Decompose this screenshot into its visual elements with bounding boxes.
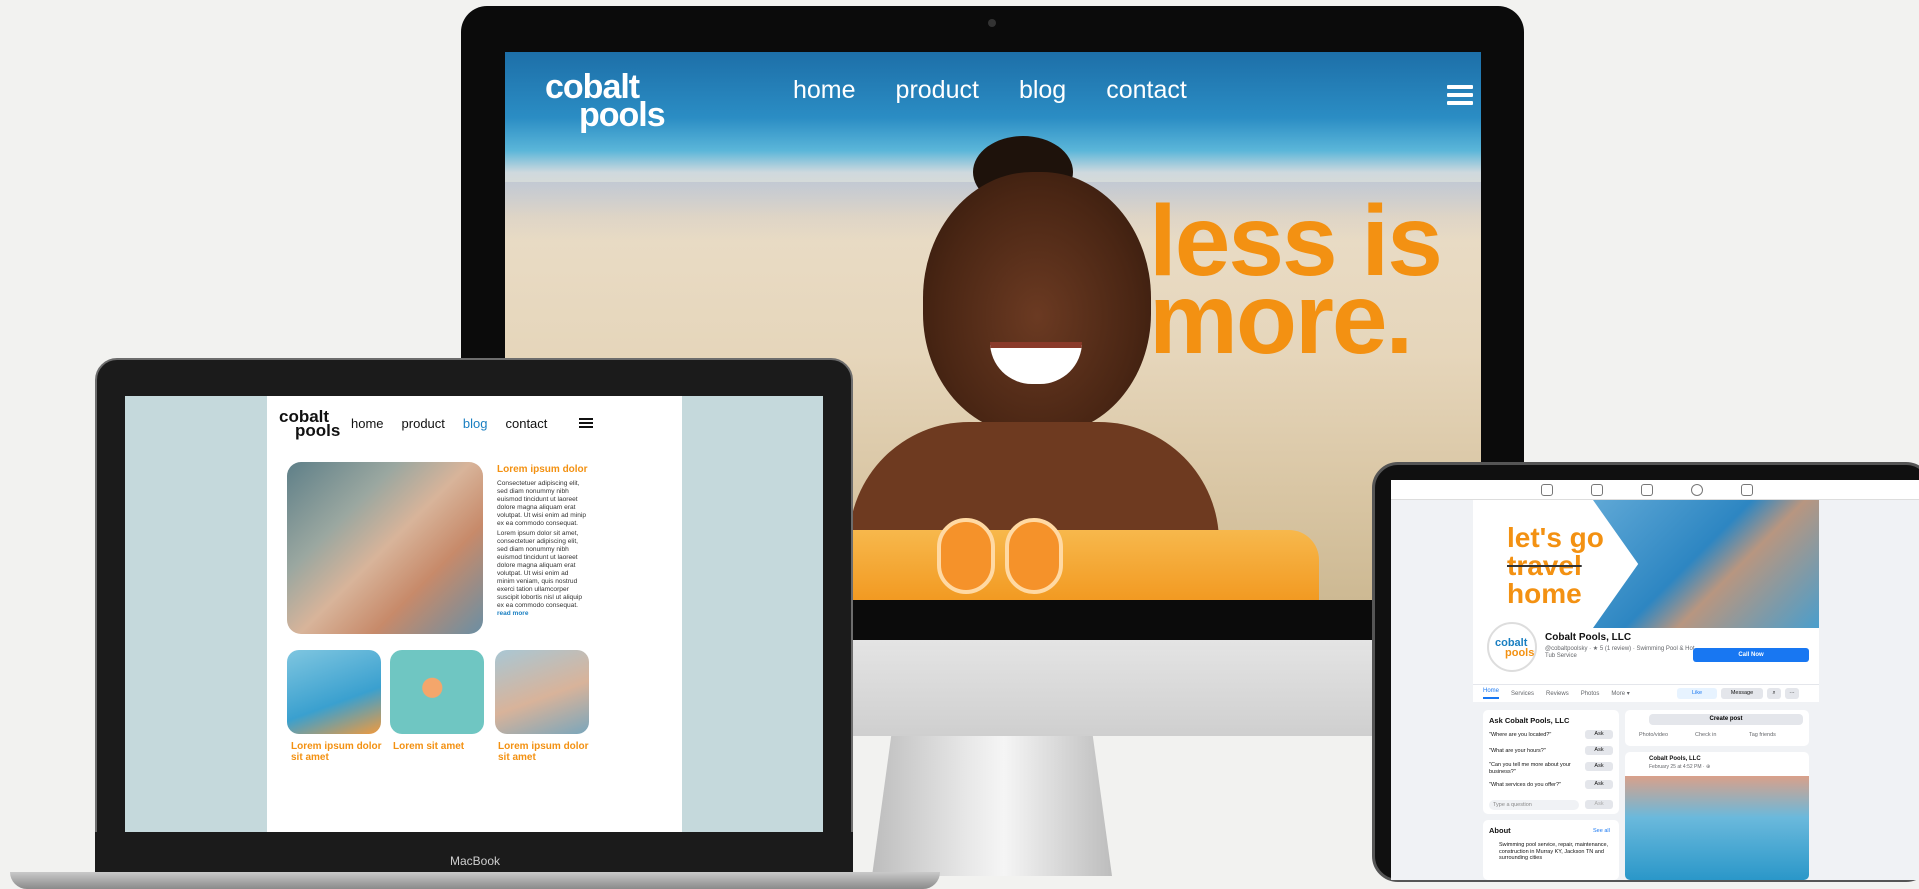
about-text: Swimming pool service, repair, maintenan… — [1499, 842, 1609, 861]
camera-icon — [988, 19, 996, 27]
nav-home[interactable]: home — [793, 76, 856, 105]
friends-icon[interactable] — [1591, 484, 1603, 496]
site-logo[interactable]: cobalt pools — [545, 70, 666, 134]
page-avatar[interactable]: cobalt pools — [1487, 622, 1537, 672]
thumb-mother-baby[interactable] — [495, 650, 589, 734]
ask-button-4[interactable]: Ask — [1585, 780, 1613, 789]
feed-post: Cobalt Pools, LLC February 25 at 4:52 PM… — [1625, 752, 1809, 880]
ask-card: Ask Cobalt Pools, LLC "Where are you loc… — [1483, 710, 1619, 814]
question-2: "What are your hours?" — [1489, 748, 1546, 754]
page-name: Cobalt Pools, LLC — [1545, 632, 1632, 643]
caption-2[interactable]: Lorem sit amet — [393, 741, 485, 752]
tab-more[interactable]: More ▾ — [1611, 690, 1629, 697]
nav-contact[interactable]: contact — [1106, 76, 1187, 105]
groups-icon[interactable] — [1691, 484, 1703, 496]
post-photo[interactable] — [1625, 776, 1809, 880]
home-icon[interactable] — [1541, 484, 1553, 496]
family-photo — [287, 462, 483, 634]
thumb-popsicle[interactable] — [390, 650, 484, 734]
nav-blog[interactable]: blog — [463, 416, 488, 431]
armband-right — [1005, 518, 1063, 594]
call-now-button[interactable]: Call Now — [1693, 648, 1809, 662]
site-nav: home product blog contact — [793, 76, 1187, 105]
facebook-top-bar — [1391, 480, 1919, 500]
question-input[interactable]: Type a question — [1489, 800, 1579, 810]
ask-card-title: Ask Cobalt Pools, LLC — [1489, 716, 1570, 725]
tab-photos[interactable]: Photos — [1581, 691, 1600, 697]
tab-reviews[interactable]: Reviews — [1546, 691, 1569, 697]
post-date: February 25 at 4:52 PM · ⊕ — [1649, 764, 1711, 770]
tab-home[interactable]: Home — [1483, 688, 1500, 699]
macbook-base — [10, 872, 940, 889]
ipad-screen: let's go travel home cobalt pools Cobalt… — [1391, 480, 1919, 880]
blog-page: cobalt pools home product blog contact L… — [267, 396, 682, 832]
like-button[interactable]: Like — [1677, 688, 1717, 699]
cover-photo-image — [1593, 500, 1819, 628]
armband-left — [937, 518, 995, 594]
ask-button-1[interactable]: Ask — [1585, 730, 1613, 739]
question-1: "Where are you located?" — [1489, 732, 1552, 738]
create-post-button[interactable]: Create post — [1649, 714, 1803, 725]
ask-button-2[interactable]: Ask — [1585, 746, 1613, 755]
avatar-line-2: pools — [1505, 647, 1535, 659]
caption-3[interactable]: Lorem ipsum dolor sit amet — [498, 741, 590, 763]
about-title: About — [1489, 826, 1511, 835]
hero-headline: less is more. — [1149, 191, 1443, 375]
caption-1[interactable]: Lorem ipsum dolor sit amet — [291, 741, 383, 763]
ask-button-3[interactable]: Ask — [1585, 762, 1613, 771]
post-author[interactable]: Cobalt Pools, LLC — [1649, 756, 1701, 762]
macbook-screen: cobalt pools home product blog contact L… — [125, 396, 823, 832]
logo-line-2: pools — [579, 95, 666, 134]
site-nav: home product blog contact — [351, 416, 547, 431]
nav-contact[interactable]: contact — [505, 416, 547, 431]
ask-submit-button[interactable]: Ask — [1585, 800, 1613, 809]
site-logo[interactable]: cobalt pools — [279, 408, 341, 440]
watch-icon[interactable] — [1641, 484, 1653, 496]
nav-product[interactable]: product — [896, 76, 979, 105]
question-4: "What services do you offer?" — [1489, 782, 1561, 788]
imac-stand — [872, 736, 1112, 876]
nav-blog[interactable]: blog — [1019, 76, 1066, 105]
article-paragraph-2: Lorem ipsum dolor sit amet, consectetuer… — [497, 530, 583, 609]
tab-services[interactable]: Services — [1511, 691, 1534, 697]
thumb-boy-pool[interactable] — [287, 650, 381, 734]
cover-line-1: let's go — [1507, 522, 1604, 553]
cover-line-3: home — [1507, 578, 1582, 609]
search-icon[interactable]: ⌕ — [1767, 688, 1781, 699]
marketplace-icon[interactable] — [1741, 484, 1753, 496]
page-header: cobalt pools Cobalt Pools, LLC @cobaltpo… — [1473, 622, 1819, 684]
hero-photo-girl — [923, 172, 1151, 434]
nav-product[interactable]: product — [402, 416, 445, 431]
see-all-link[interactable]: See all — [1593, 828, 1610, 834]
macbook-label: MacBook — [449, 854, 501, 868]
cover-photo: let's go travel home — [1473, 500, 1819, 628]
create-post-card: Create post Photo/video Check in Tag fri… — [1625, 710, 1809, 746]
message-button[interactable]: Message — [1721, 688, 1763, 699]
logo-line-2: pools — [295, 420, 341, 440]
question-3: "Can you tell me more about your busines… — [1489, 762, 1571, 775]
photo-video-button[interactable]: Photo/video — [1639, 732, 1668, 738]
tag-friends-button[interactable]: Tag friends — [1749, 732, 1776, 738]
nav-home[interactable]: home — [351, 416, 384, 431]
article-title: Lorem ipsum dolor — [497, 464, 588, 475]
read-more-link[interactable]: read more — [497, 610, 528, 617]
page-subtitle: @cobaltpoolsky · ★ 5 (1 review) · Swimmi… — [1545, 646, 1695, 659]
more-options-icon[interactable]: ··· — [1785, 688, 1799, 699]
hamburger-menu-icon[interactable] — [579, 418, 593, 430]
cover-line-2: travel — [1507, 550, 1582, 581]
hamburger-menu-icon[interactable] — [1447, 85, 1473, 109]
about-card: About See all Swimming pool service, rep… — [1483, 820, 1619, 880]
check-in-button[interactable]: Check in — [1695, 732, 1716, 738]
headline-line-2: more. — [1149, 263, 1413, 375]
article-paragraph-1: Consectetuer adipiscing elit, sed diam n… — [497, 480, 587, 527]
